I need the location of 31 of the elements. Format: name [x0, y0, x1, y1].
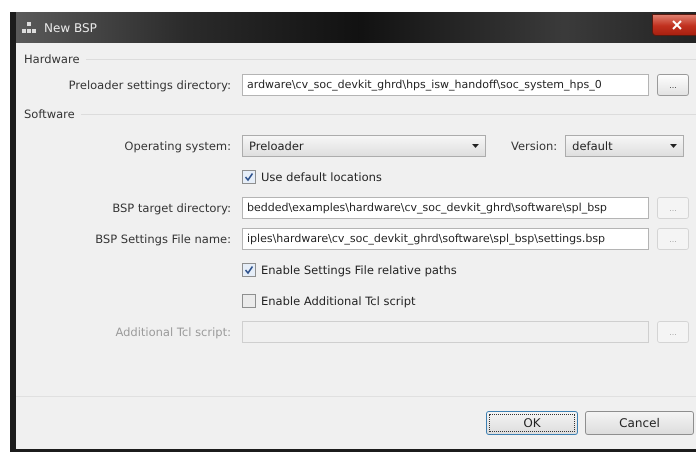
section-title: Hardware — [24, 52, 80, 66]
dropdown-caret-icon — [670, 144, 678, 148]
checkbox-label: Enable Additional Tcl script — [261, 294, 416, 308]
window-title: New BSP — [44, 20, 97, 34]
section-title: Software — [24, 107, 75, 121]
close-button[interactable] — [652, 14, 696, 36]
checkbox-label: Enable Settings File relative paths — [261, 262, 457, 276]
app-icon — [22, 22, 36, 34]
field-label: BSP Settings File name: — [94, 232, 231, 246]
checkbox[interactable] — [242, 262, 256, 276]
close-icon — [672, 20, 682, 30]
checkbox[interactable] — [242, 294, 256, 308]
checkbox-label: Use default locations — [261, 170, 382, 184]
dialog-button[interactable]: OK — [486, 411, 578, 435]
path-field[interactable]: ardware\cv_soc_devkit_ghrd\hps_isw_handoff\soc_system_hps_0 — [242, 74, 649, 96]
path-field[interactable]: iples\hardware\cv_soc_devkit_ghrd\software\spl_bsp\settings.bsp — [242, 228, 649, 250]
path-field[interactable]: bedded\examples\hardware\cv_soc_devkit_ghrd\software\spl_bsp — [242, 196, 649, 218]
browse-button[interactable]: ... — [657, 74, 689, 96]
checkbox[interactable] — [242, 170, 256, 184]
field-label: Preloader settings directory: — [68, 78, 231, 92]
os-dropdown[interactable]: Preloader — [242, 134, 486, 156]
version-dropdown[interactable]: default — [565, 134, 684, 156]
field-label: Additional Tcl script: — [114, 324, 231, 338]
dropdown-caret-icon — [472, 144, 479, 148]
check-icon — [244, 172, 254, 182]
path-field[interactable] — [242, 320, 649, 342]
dialog-button[interactable]: Cancel — [585, 411, 694, 435]
check-icon — [244, 264, 254, 274]
field-label: Operating system: — [123, 138, 231, 152]
version-label: Version: — [511, 138, 558, 152]
field-label: BSP target directory: — [111, 200, 231, 214]
